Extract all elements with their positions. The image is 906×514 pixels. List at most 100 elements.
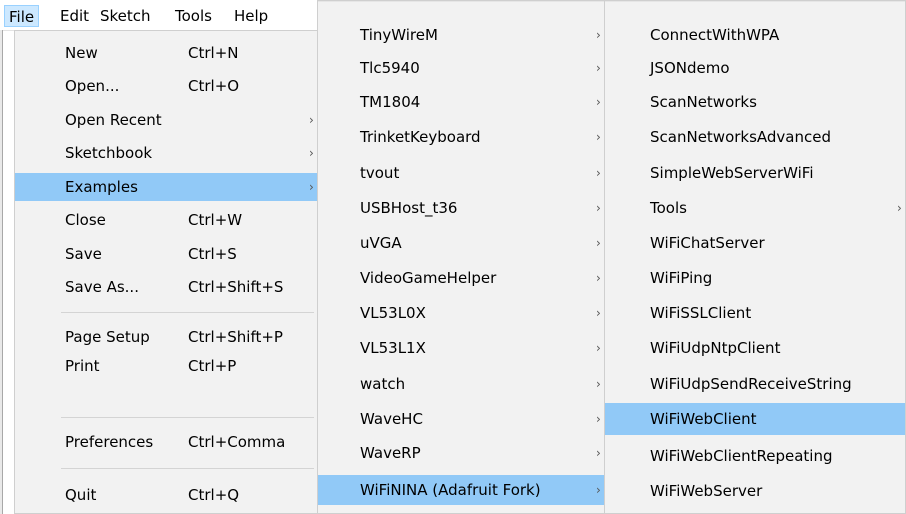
wifinina-item-tools[interactable]: Tools › (606, 194, 904, 222)
menu-bar: File Edit Sketch Tools Help (0, 0, 318, 31)
menu-item-label: ConnectWithWPA (650, 26, 780, 44)
menu-item-label: WaveRP (360, 444, 421, 462)
file-menu: New Ctrl+N Open... Ctrl+O Open Recent › … (14, 30, 319, 514)
file-item-close[interactable]: Close Ctrl+W (16, 206, 317, 234)
menu-item-label: Open Recent (65, 111, 162, 129)
chevron-right-icon: › (309, 146, 314, 160)
menu-item-label: VL53L1X (360, 339, 426, 357)
wifinina-item[interactable]: JSONdemo (606, 54, 904, 82)
menu-item-shortcut: Ctrl+N (188, 44, 239, 62)
examples-item-wifinina[interactable]: WiFiNINA (Adafruit Fork) › (318, 475, 607, 505)
menu-edit[interactable]: Edit (60, 5, 89, 27)
menu-separator (61, 312, 314, 313)
menu-item-shortcut: Ctrl+Shift+S (188, 278, 284, 296)
chevron-right-icon: › (596, 130, 601, 144)
examples-item[interactable]: uVGA › (319, 229, 606, 257)
chevron-right-icon: › (309, 180, 314, 194)
menu-item-shortcut: Ctrl+Shift+P (188, 328, 283, 346)
examples-item[interactable]: VL53L0X › (319, 299, 606, 327)
menu-file[interactable]: File (4, 5, 40, 27)
menu-item-label: Open... (65, 77, 120, 95)
wifinina-item[interactable]: WiFiPing (606, 264, 904, 292)
examples-item[interactable]: TrinketKeyboard › (319, 123, 606, 151)
menu-item-label: WiFiWebClientRepeating (650, 447, 833, 465)
menu-item-label: Preferences (65, 433, 154, 451)
examples-item[interactable]: watch › (319, 370, 606, 398)
wifinina-item[interactable]: WiFiWebClientRepeating (606, 442, 904, 470)
menu-item-label: tvout (360, 164, 400, 182)
wifinina-menu: ConnectWithWPA JSONdemo ScanNetworks Sca… (604, 0, 906, 514)
wifinina-item[interactable]: ConnectWithWPA (606, 21, 904, 49)
chevron-right-icon: › (596, 61, 601, 75)
wifinina-item[interactable]: ScanNetworksAdvanced (606, 123, 904, 151)
wifinina-item[interactable]: WiFiUdpSendReceiveString (606, 370, 904, 398)
file-item-print[interactable]: Print Ctrl+P (16, 352, 317, 380)
wifinina-item[interactable]: ScanNetworks (606, 88, 904, 116)
menu-item-label: JSONdemo (650, 59, 730, 77)
menu-item-shortcut: Ctrl+P (188, 357, 237, 375)
file-item-new[interactable]: New Ctrl+N (16, 39, 317, 67)
chevron-right-icon: › (596, 28, 601, 42)
examples-item[interactable]: VL53L1X › (319, 334, 606, 362)
chevron-right-icon: › (897, 201, 902, 215)
examples-item[interactable]: TM1804 › (319, 88, 606, 116)
chevron-right-icon: › (596, 341, 601, 355)
chevron-right-icon: › (309, 113, 314, 127)
wifinina-item[interactable]: WiFiSSLClient (606, 299, 904, 327)
menu-sketch[interactable]: Sketch (100, 5, 151, 27)
examples-item[interactable]: TinyWireM › (319, 21, 606, 49)
file-item-quit[interactable]: Quit Ctrl+Q (16, 481, 317, 509)
file-item-preferences[interactable]: Preferences Ctrl+Comma (16, 428, 317, 456)
examples-item[interactable]: VideoGameHelper › (319, 264, 606, 292)
menu-item-label: Page Setup (65, 328, 150, 346)
wifinina-item[interactable]: SimpleWebServerWiFi (606, 159, 904, 187)
menu-item-label: WiFiPing (650, 269, 713, 287)
menu-item-label: WiFiWebClient (650, 410, 757, 428)
file-item-page-setup[interactable]: Page Setup Ctrl+Shift+P (16, 323, 317, 351)
examples-item[interactable]: WaveRP › (319, 439, 606, 467)
file-item-save[interactable]: Save Ctrl+S (16, 240, 317, 268)
wifinina-item[interactable]: WiFiChatServer (606, 229, 904, 257)
file-item-open-recent[interactable]: Open Recent › (16, 106, 317, 134)
menu-item-label: Examples (65, 178, 138, 196)
examples-item[interactable]: USBHost_t36 › (319, 194, 606, 222)
menu-item-label: Quit (65, 486, 97, 504)
file-item-examples[interactable]: Examples › (15, 173, 318, 201)
menu-item-label: TrinketKeyboard (360, 128, 481, 146)
menu-tools[interactable]: Tools (175, 5, 212, 27)
menu-item-label: watch (360, 375, 406, 393)
menu-item-label: Print (65, 357, 100, 375)
wifinina-item[interactable]: WiFiWebServer (606, 477, 904, 505)
menu-item-label: uVGA (360, 234, 402, 252)
menu-item-label: Tlc5940 (360, 59, 420, 77)
menu-item-label: New (65, 44, 98, 62)
menu-item-label: Tools (650, 199, 687, 217)
menu-item-label: WiFiUdpSendReceiveString (650, 375, 852, 393)
menu-item-label: USBHost_t36 (360, 199, 458, 217)
menu-separator (61, 417, 314, 418)
menu-help[interactable]: Help (234, 5, 268, 27)
menu-item-label: SimpleWebServerWiFi (650, 164, 814, 182)
chevron-right-icon: › (596, 412, 601, 426)
chevron-right-icon: › (596, 377, 601, 391)
chevron-right-icon: › (596, 95, 601, 109)
examples-menu: TinyWireM › Tlc5940 › TM1804 › TrinketKe… (317, 0, 608, 514)
menu-separator (61, 468, 314, 469)
wifinina-item[interactable]: WiFiUdpNtpClient (606, 334, 904, 362)
file-item-save-as[interactable]: Save As... Ctrl+Shift+S (16, 273, 317, 301)
menu-item-label: Save (65, 245, 102, 263)
examples-item[interactable]: Tlc5940 › (319, 54, 606, 82)
menu-item-label: ScanNetworks (650, 93, 757, 111)
chevron-right-icon: › (596, 306, 601, 320)
file-item-open[interactable]: Open... Ctrl+O (16, 72, 317, 100)
examples-item[interactable]: tvout › (319, 159, 606, 187)
menu-item-shortcut: Ctrl+O (188, 77, 240, 95)
menu-item-label: Sketchbook (65, 144, 153, 162)
examples-item[interactable]: WaveHC › (319, 405, 606, 433)
file-item-sketchbook[interactable]: Sketchbook › (16, 139, 317, 167)
menu-item-shortcut: Ctrl+Comma (188, 433, 286, 451)
menu-item-shortcut: Ctrl+S (188, 245, 237, 263)
wifinina-item-wifiwebclient[interactable]: WiFiWebClient (605, 403, 905, 435)
menu-item-label: WaveHC (360, 410, 423, 428)
chevron-right-icon: › (596, 166, 601, 180)
